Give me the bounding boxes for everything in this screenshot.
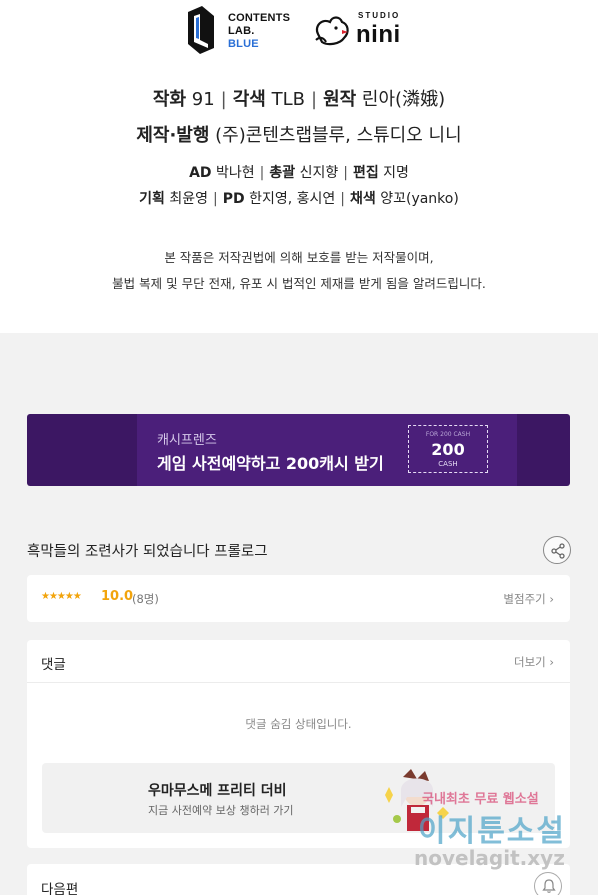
game-ad-box[interactable]: 우마무스메 프리티 더비 지금 사전예약 보상 챙하러 가기 [42, 763, 555, 833]
ticket-unit: CASH [438, 460, 458, 468]
contents-lab-logo-text: CONTENTS LAB. BLUE [228, 12, 291, 50]
rating-stars: ★★★★★ [41, 591, 82, 602]
comments-hidden-message: 댓글 숨김 상태입니다. [245, 717, 352, 731]
next-episode-title: 다음편 [41, 882, 79, 895]
ad-subtitle: 지금 사전예약 보상 챙하러 가기 [148, 804, 294, 817]
nini-label: nini [356, 21, 401, 48]
rating-card: ★★★★★ 10.0 (8명) 별점주기 › [27, 575, 570, 622]
ticket-caption: FOR 200 CASH [425, 431, 471, 438]
comments-more-link[interactable]: 더보기 › [514, 654, 554, 670]
cash-ticket: FOR 200 CASH 200 CASH [408, 425, 488, 473]
banner-title: 게임 사전예약하고 200캐시 받기 [157, 454, 384, 473]
comments-card: 댓글 더보기 › 댓글 숨김 상태입니다. 우마무스메 프리티 더비 지금 사전… [27, 640, 570, 848]
studio-nini-bird-icon [315, 16, 349, 46]
comments-title: 댓글 [41, 657, 66, 673]
bell-icon [542, 879, 556, 893]
share-icon [551, 543, 565, 559]
next-episode-card[interactable]: 다음편 [27, 864, 570, 895]
studio-label: STUDIO [358, 11, 401, 20]
share-button[interactable] [543, 536, 571, 564]
rating-score: 10.0 [101, 589, 134, 604]
rating-count: (8명) [132, 592, 159, 606]
credit-line-art: 작화 91 | 각색 TLB | 원작 린아(潾娥) [152, 89, 446, 110]
ticket-amount: 200 [431, 440, 465, 459]
credit-line-publisher: 제작·발행 (주)콘텐츠랩블루, 스튜디오 니니 [136, 125, 462, 146]
copyright-notice-line1: 본 작품은 저작권법에 의해 보호를 받는 저작물이며, [164, 250, 434, 265]
rate-button[interactable]: 별점주기 › [503, 591, 554, 607]
banner-subtitle: 캐시프렌즈 [157, 433, 217, 448]
credit-line-planning: 기획 최윤영 | PD 한지영, 홍시연 | 채색 양꼬(yanko) [139, 191, 459, 207]
ad-title: 우마무스메 프리티 더비 [148, 783, 287, 799]
episode-title: 흑막들의 조련사가 되었습니다 프롤로그 [27, 544, 268, 560]
cash-friends-banner[interactable]: 캐시프렌즈 게임 사전예약하고 200캐시 받기 FOR 200 CASH 20… [27, 414, 570, 486]
comments-divider [27, 682, 570, 683]
notify-button[interactable] [534, 872, 562, 895]
publisher-logos: CONTENTS LAB. BLUE STUDIO nini [0, 0, 598, 60]
credits-section: CONTENTS LAB. BLUE STUDIO nini 작화 91 | 각색 … [0, 0, 598, 333]
credit-line-staff: AD 박나현 | 총괄 신지향 | 편집 지명 [189, 165, 409, 181]
ad-character-illustration-icon [385, 769, 449, 831]
contents-lab-blue-logo-icon [188, 6, 214, 54]
copyright-notice-line2: 불법 복제 및 무단 전재, 유포 시 법적인 제재를 받게 됨을 알려드립니다… [112, 276, 486, 291]
